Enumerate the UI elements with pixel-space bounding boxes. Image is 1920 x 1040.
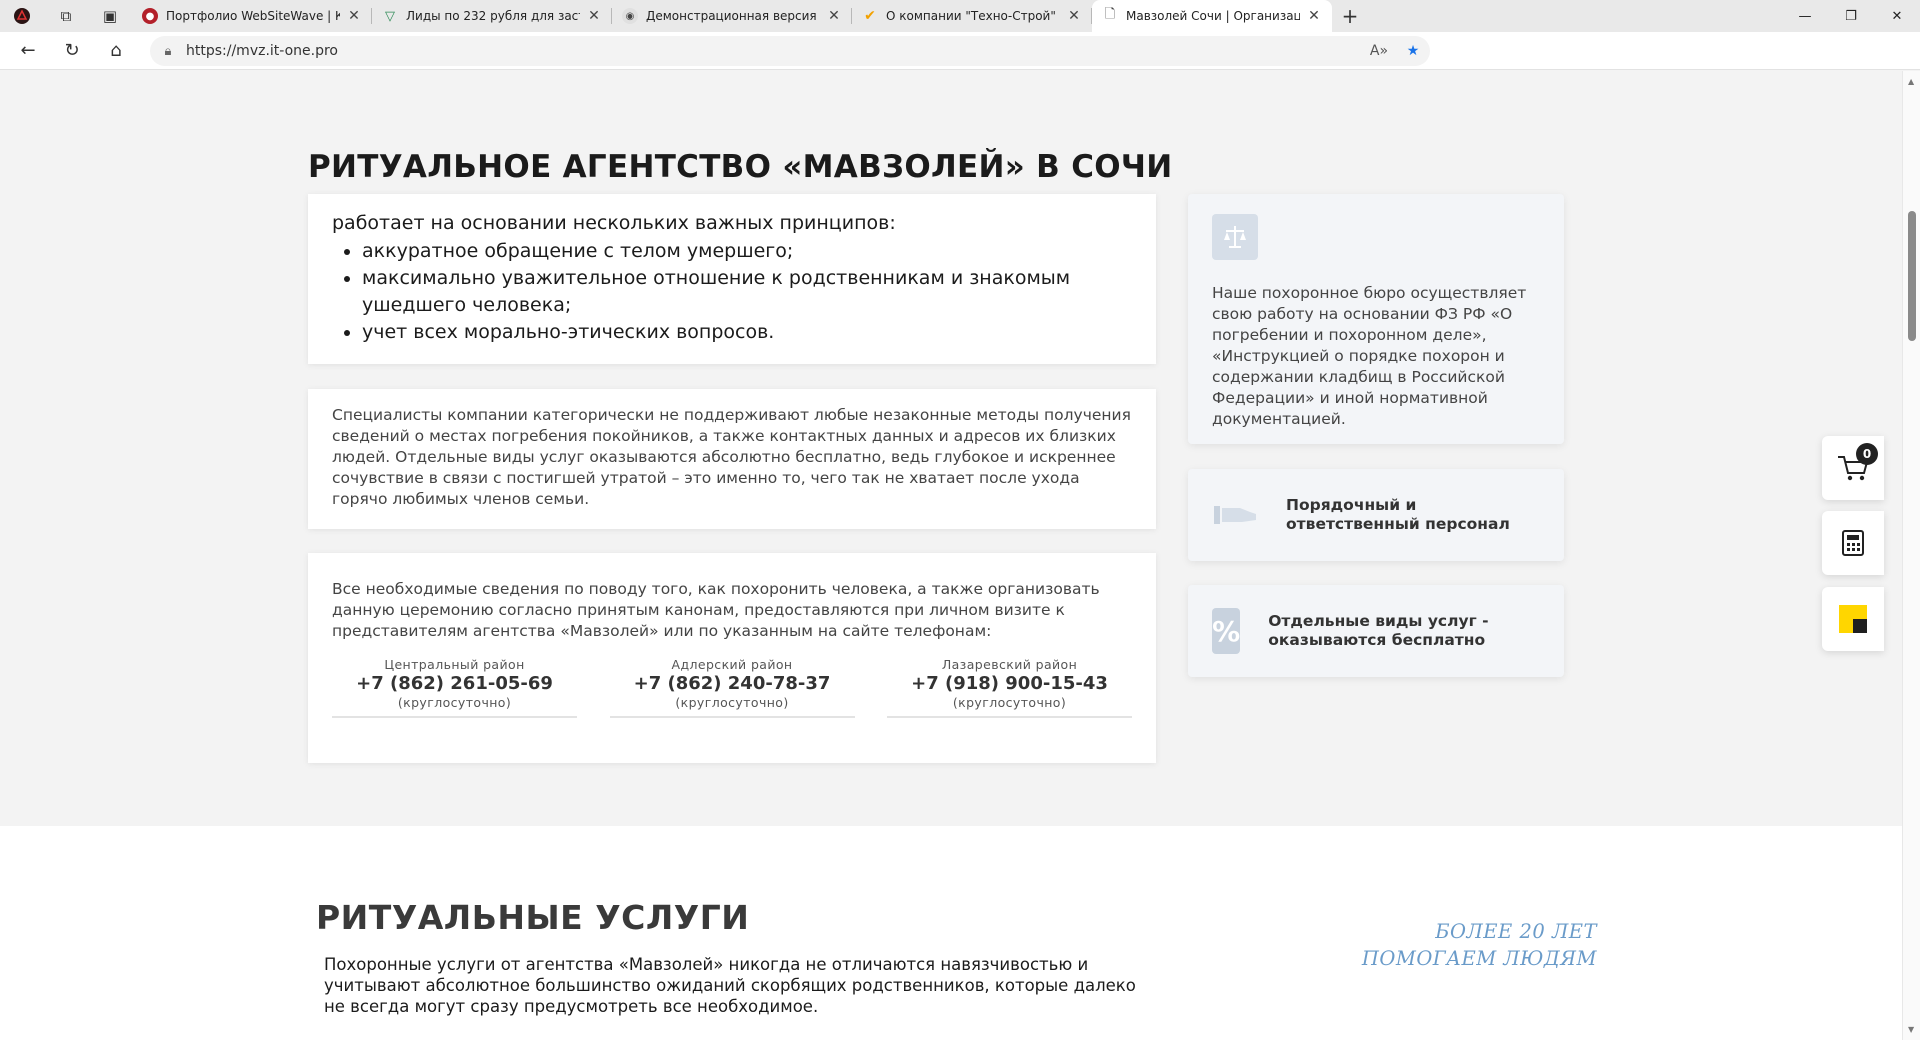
page-favicon-icon: 🗋 bbox=[1104, 7, 1116, 22]
services-lead: Похоронные услуги от агентства «Мавзолей… bbox=[324, 955, 1136, 1016]
tagline-line1: БОЛЕЕ 20 ЛЕТ bbox=[1435, 920, 1597, 943]
agency-section: РИТУАЛЬНОЕ АГЕНТСТВО «МАВЗОЛЕЙ» В СОЧИ р… bbox=[0, 71, 1902, 826]
read-aloud-icon[interactable]: A» bbox=[1362, 43, 1396, 59]
district-label: Лазаревский район bbox=[941, 657, 1078, 672]
browser-toolbar: ← ↻ ⌂ 🔒︎ https://mvz.it-one.pro A» ★ ⛊ ♺… bbox=[0, 32, 1920, 93]
page-scrollbar[interactable]: ▲ ▼ bbox=[1902, 71, 1920, 1040]
workspaces-icon[interactable]: ⧉ bbox=[44, 0, 88, 32]
url-text[interactable]: https://mvz.it-one.pro bbox=[186, 43, 1362, 59]
list-item: аккуратное обращение с телом умершего; bbox=[362, 238, 1132, 265]
phone-list: Центральный район +7 (862) 261-05-69 (кр… bbox=[332, 657, 1132, 718]
tab-strip: ⧉ ▣ ● Портфолио WebSiteWave | Креа ✕ ▽ Л… bbox=[0, 0, 1920, 32]
staff-label: Порядочный и ответственный персонал bbox=[1286, 496, 1510, 533]
cart-button[interactable]: 0 bbox=[1822, 436, 1884, 500]
scroll-up-icon[interactable]: ▲ bbox=[1908, 77, 1914, 86]
tab-actions-icon[interactable]: ▣ bbox=[88, 0, 132, 32]
window-controls: — ❐ ✕ bbox=[1782, 0, 1920, 32]
tab-technostroy[interactable]: ✔ О компании "Техно-Строй" в М ✕ bbox=[852, 0, 1092, 32]
hours-note: (круглосуточно) bbox=[397, 695, 512, 710]
close-tab-icon[interactable]: ✕ bbox=[826, 8, 842, 24]
lock-icon[interactable]: 🔒︎ bbox=[150, 44, 186, 59]
services-section: РИТУАЛЬНЫЕ УСЛУГИ Похоронные услуги от а… bbox=[0, 826, 1902, 1040]
phone-number-link[interactable]: +7 (862) 240-78-37 bbox=[610, 673, 855, 694]
scales-icon bbox=[1212, 214, 1258, 260]
tab-websitewave[interactable]: ● Портфолио WebSiteWave | Креа ✕ bbox=[132, 0, 372, 32]
note-icon bbox=[1839, 605, 1867, 633]
tagline-line2: ПОМОГАЕМ ЛЮДЯМ bbox=[1361, 947, 1597, 970]
hours-note: (круглосуточно) bbox=[952, 695, 1067, 710]
phone-number-link[interactable]: +7 (862) 261-05-69 bbox=[332, 673, 577, 694]
calculator-button[interactable] bbox=[1822, 511, 1884, 575]
favicon-icon: ◉ bbox=[622, 8, 638, 24]
restore-icon[interactable]: ❐ bbox=[1828, 0, 1874, 32]
services-title: РИТУАЛЬНЫЕ УСЛУГИ bbox=[316, 898, 750, 937]
free-services-card: % Отдельные виды услуг - оказываются бес… bbox=[1188, 585, 1564, 677]
specialists-card: Специалисты компании категорически не по… bbox=[308, 389, 1156, 529]
close-tab-icon[interactable]: ✕ bbox=[346, 8, 362, 24]
list-item: максимально уважительное отношение к род… bbox=[362, 265, 1132, 319]
home-icon[interactable]: ⌂ bbox=[94, 32, 138, 70]
principles-intro: работает на основании нескольких важных … bbox=[332, 212, 896, 234]
phone-lazarevsky: Лазаревский район +7 (918) 900-15-43 (кр… bbox=[887, 657, 1132, 718]
close-tab-icon[interactable]: ✕ bbox=[1306, 8, 1322, 24]
tab-title: Демонстрационная версия про bbox=[646, 9, 820, 23]
calculator-icon bbox=[1842, 530, 1864, 556]
specialists-text: Специалисты компании категорически не по… bbox=[332, 406, 1131, 508]
tab-title: Лиды по 232 рубля для застрой bbox=[406, 9, 580, 23]
favicon-icon: ✔ bbox=[864, 8, 876, 24]
close-window-icon[interactable]: ✕ bbox=[1874, 0, 1920, 32]
close-tab-icon[interactable]: ✕ bbox=[586, 8, 602, 24]
law-card: Наше похоронное бюро осуществляет свою р… bbox=[1188, 194, 1564, 444]
tab-title: О компании "Техно-Строй" в М bbox=[886, 9, 1060, 23]
contacts-card: Все необходимые сведения по поводу того,… bbox=[308, 553, 1156, 763]
address-bar[interactable]: 🔒︎ https://mvz.it-one.pro A» ★ bbox=[150, 36, 1430, 66]
minimize-icon[interactable]: — bbox=[1782, 0, 1828, 32]
tab-title: Мавзолей Сочи | Организация bbox=[1126, 9, 1300, 23]
scroll-down-icon[interactable]: ▼ bbox=[1908, 1025, 1914, 1034]
favorite-star-icon[interactable]: ★ bbox=[1396, 43, 1430, 59]
hours-note: (круглосуточно) bbox=[675, 695, 789, 710]
district-label: Центральный район bbox=[384, 657, 525, 672]
percent-icon: % bbox=[1212, 608, 1241, 654]
scroll-thumb[interactable] bbox=[1908, 211, 1916, 341]
tab-leads[interactable]: ▽ Лиды по 232 рубля для застрой ✕ bbox=[372, 0, 612, 32]
tab-mavzoley[interactable]: 🗋 Мавзолей Сочи | Организация ✕ bbox=[1092, 0, 1332, 32]
tab-demo[interactable]: ◉ Демонстрационная версия про ✕ bbox=[612, 0, 852, 32]
favicon-icon: ● bbox=[142, 8, 158, 24]
favicon-icon: ▽ bbox=[385, 8, 395, 24]
yandex-notes-button[interactable] bbox=[1822, 587, 1884, 651]
refresh-icon[interactable]: ↻ bbox=[50, 32, 94, 70]
principles-list: аккуратное обращение с телом умершего; м… bbox=[362, 238, 1132, 346]
page-viewport: РИТУАЛЬНОЕ АГЕНТСТВО «МАВЗОЛЕЙ» В СОЧИ р… bbox=[0, 71, 1902, 1040]
new-tab-button[interactable]: + bbox=[1332, 0, 1368, 32]
phone-central: Центральный район +7 (862) 261-05-69 (кр… bbox=[332, 657, 577, 718]
handshake-icon bbox=[1212, 491, 1258, 539]
experience-tagline: БОЛЕЕ 20 ЛЕТ ПОМОГАЕМ ЛЮДЯМ bbox=[1362, 918, 1597, 972]
free-services-label: Отдельные виды услуг - оказываются беспл… bbox=[1268, 612, 1489, 649]
close-tab-icon[interactable]: ✕ bbox=[1066, 8, 1082, 24]
back-icon[interactable]: ← bbox=[6, 32, 50, 70]
cart-count-badge: 0 bbox=[1856, 443, 1878, 465]
agency-title: РИТУАЛЬНОЕ АГЕНТСТВО «МАВЗОЛЕЙ» В СОЧИ bbox=[308, 149, 1173, 185]
browser-profile-icon[interactable] bbox=[0, 0, 44, 32]
phone-adler: Адлерский район +7 (862) 240-78-37 (круг… bbox=[609, 657, 855, 718]
staff-card: Порядочный и ответственный персонал bbox=[1188, 469, 1564, 561]
law-text: Наше похоронное бюро осуществляет свою р… bbox=[1212, 284, 1527, 428]
phone-number-link[interactable]: +7 (918) 900-15-43 bbox=[887, 673, 1132, 694]
tab-title: Портфолио WebSiteWave | Креа bbox=[166, 9, 340, 23]
info-text: Все необходимые сведения по поводу того,… bbox=[332, 580, 1100, 640]
district-label: Адлерский район bbox=[671, 657, 793, 672]
list-item: учет всех морально-этических вопросов. bbox=[362, 319, 1132, 346]
principles-card: работает на основании нескольких важных … bbox=[308, 194, 1156, 364]
